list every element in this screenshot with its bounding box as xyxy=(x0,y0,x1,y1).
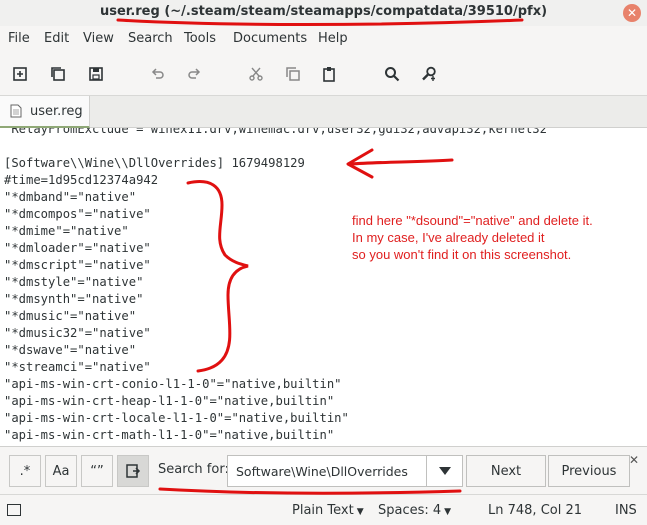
find-button[interactable] xyxy=(380,62,404,86)
code-line: "*dmusic"="native" xyxy=(4,309,137,323)
menu-help[interactable]: Help xyxy=(318,31,348,46)
tab-label: user.reg xyxy=(30,103,83,119)
search-for-label: Search for: xyxy=(158,462,229,477)
statusbar-panel-icon[interactable] xyxy=(7,504,21,516)
code-line: "*dmusic32"="native" xyxy=(4,326,151,340)
regex-toggle[interactable]: .* xyxy=(9,455,41,487)
toolbar xyxy=(0,52,647,96)
language-label: Plain Text xyxy=(292,503,354,518)
status-bar: Plain Text ▼ Spaces: 4 ▼ Ln 748, Col 21 IN… xyxy=(0,494,647,525)
menu-view[interactable]: View xyxy=(83,31,114,46)
wrap-around-toggle[interactable] xyxy=(117,455,149,487)
code-line: "*streamci"="native" xyxy=(4,360,151,374)
annotation-note: find here "*dsound"="native" and delete … xyxy=(352,212,593,263)
code-line: "*dmband"="native" xyxy=(4,190,137,204)
code-line: "*dmloader"="native" xyxy=(4,241,151,255)
magnifier-icon xyxy=(385,67,400,82)
open-document-button[interactable] xyxy=(46,62,70,86)
new-document-button[interactable] xyxy=(8,62,32,86)
code-line: "*dmscript"="native" xyxy=(4,258,151,272)
tab-user-reg[interactable]: user.reg xyxy=(0,96,90,128)
match-case-toggle[interactable]: Aa xyxy=(45,455,77,487)
redo-button[interactable] xyxy=(182,62,206,86)
chevron-down-icon: ▼ xyxy=(444,507,452,517)
code-line: "api-ms-win-crt-conio-l1-1-0"="native,bu… xyxy=(4,377,342,391)
find-replace-button[interactable] xyxy=(417,62,441,86)
search-input[interactable] xyxy=(227,455,427,487)
open-documents-icon xyxy=(51,67,65,81)
code-line: #time=1d95cd12374a942 xyxy=(4,173,159,187)
menu-search[interactable]: Search xyxy=(128,31,173,46)
paste-button[interactable] xyxy=(317,62,341,86)
cursor-position: Ln 748, Col 21 xyxy=(488,503,583,518)
language-selector[interactable]: Plain Text ▼ xyxy=(292,503,364,518)
code-line: "*dmcompos"="native" xyxy=(4,207,151,221)
chevron-down-icon: ▼ xyxy=(356,507,364,517)
menu-edit[interactable]: Edit xyxy=(44,31,69,46)
copy-button[interactable] xyxy=(281,62,305,86)
code-line: [Software\\Wine\\DllOverrides] 167949812… xyxy=(4,156,305,170)
tab-width-label: Spaces: 4 xyxy=(378,503,442,518)
code-line: "*dswave"="native" xyxy=(4,343,137,357)
clipboard-icon xyxy=(323,67,335,82)
undo-icon xyxy=(151,68,164,79)
window-close-button[interactable]: ✕ xyxy=(623,4,641,22)
menu-bar: File Edit View Search Tools Documents He… xyxy=(0,26,647,52)
scissors-icon xyxy=(249,67,263,81)
redo-icon xyxy=(188,68,201,79)
search-history-dropdown[interactable] xyxy=(427,455,463,487)
triangle-down-icon xyxy=(438,467,451,475)
code-line: "api-ms-win-crt-heap-l1-1-0"="native,bui… xyxy=(4,394,335,408)
wrap-around-icon xyxy=(126,464,141,478)
new-document-icon xyxy=(13,67,27,81)
whole-word-toggle[interactable]: “” xyxy=(81,455,113,487)
code-line: "RelayFromExclude"="winex11.drv;winemac.… xyxy=(4,128,555,136)
window-title: user.reg (~/.steam/steam/steamapps/compa… xyxy=(99,4,548,19)
menu-tools[interactable]: Tools xyxy=(184,31,216,46)
code-line: "api-ms-win-crt-math-l1-1-0"="native,bui… xyxy=(4,428,335,442)
code-line: "*dmime"="native" xyxy=(4,224,129,238)
code-line: "*dmstyle"="native" xyxy=(4,275,144,289)
annotation-line: In my case, I've already deleted it xyxy=(352,230,545,245)
title-bar: user.reg (~/.steam/steam/steamapps/compa… xyxy=(0,0,647,26)
menu-documents[interactable]: Documents xyxy=(233,31,307,46)
tab-width-selector[interactable]: Spaces: 4 ▼ xyxy=(378,503,451,518)
text-file-icon xyxy=(10,104,22,118)
copy-icon xyxy=(286,67,300,81)
previous-button[interactable]: Previous xyxy=(548,455,630,487)
undo-button[interactable] xyxy=(146,62,170,86)
save-button[interactable] xyxy=(84,62,108,86)
save-icon xyxy=(89,67,103,81)
cut-button[interactable] xyxy=(244,62,268,86)
code-line: "*dmsynth"="native" xyxy=(4,292,144,306)
next-button[interactable]: Next xyxy=(466,455,546,487)
search-bar: .* Aa “” Search for: Next Previous ✕ xyxy=(0,446,647,494)
annotation-line: find here "*dsound"="native" and delete … xyxy=(352,213,593,228)
annotation-line: so you won't find it on this screenshot. xyxy=(352,247,572,262)
insert-mode: INS xyxy=(615,503,637,518)
find-replace-icon xyxy=(422,66,436,81)
menu-file[interactable]: File xyxy=(8,31,30,46)
close-search-icon[interactable]: ✕ xyxy=(629,453,639,467)
text-editor[interactable]: "RelayFromExclude"="winex11.drv;winemac.… xyxy=(0,128,647,446)
code-line: "api-ms-win-crt-locale-l1-1-0"="native,b… xyxy=(4,411,349,425)
tab-bar: user.reg xyxy=(0,96,647,128)
